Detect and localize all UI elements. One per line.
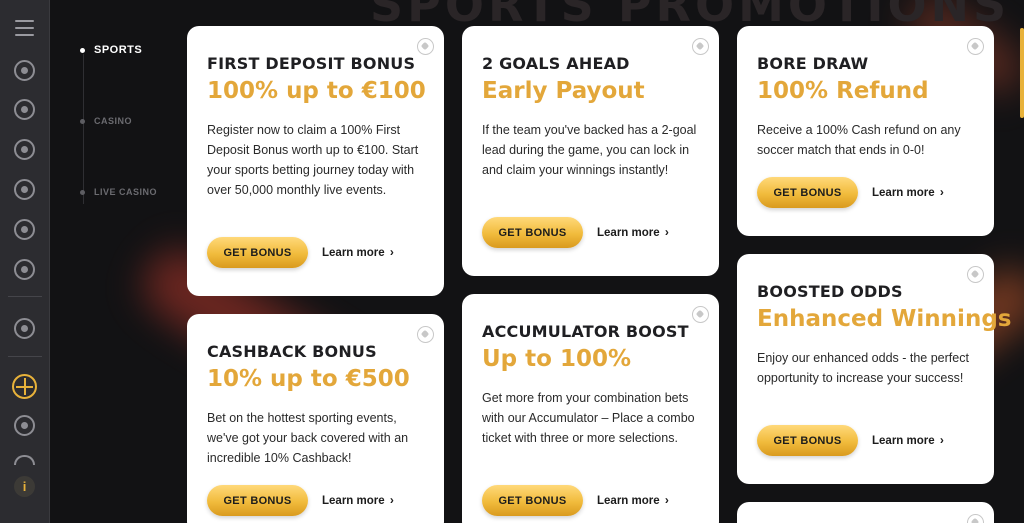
star-icon[interactable] — [14, 415, 35, 436]
promo-card-partial — [737, 502, 994, 523]
learn-more-link[interactable]: Learn more › — [872, 433, 944, 447]
soccer-ball-icon — [967, 514, 984, 523]
promo-card-first-deposit: FIRST DEPOSIT BONUS 100% up to €100 Regi… — [187, 26, 444, 296]
card-subtitle: 100% Refund — [757, 78, 929, 104]
card-subtitle: 10% up to €500 — [207, 366, 410, 392]
promo-card-accumulator: ACCUMULATOR BOOST Up to 100% Get more fr… — [462, 294, 719, 523]
chevron-right-icon: › — [939, 433, 944, 447]
bullet-icon — [80, 118, 85, 124]
get-bonus-button[interactable]: GET BONUS — [757, 177, 858, 208]
soccer-ball-icon — [417, 38, 434, 55]
rail-divider — [8, 296, 42, 297]
category-live-casino[interactable]: LIVE CASINO — [80, 187, 157, 197]
wheel-icon[interactable] — [14, 179, 35, 200]
learn-more-label: Learn more — [322, 495, 385, 507]
chevron-right-icon: › — [664, 225, 669, 239]
soccer-ball-icon — [417, 326, 434, 343]
card-subtitle: Enhanced Winnings — [757, 306, 1012, 332]
category-casino[interactable]: CASINO — [80, 116, 132, 126]
soccer-icon[interactable] — [14, 99, 35, 120]
chevron-right-icon: › — [939, 185, 944, 199]
soccer-ball-icon — [692, 306, 709, 323]
learn-more-label: Learn more — [322, 247, 385, 259]
card-title: CASHBACK BONUS — [207, 342, 377, 361]
chevron-right-icon: › — [664, 493, 669, 507]
get-bonus-button[interactable]: GET BONUS — [482, 485, 583, 516]
learn-more-label: Learn more — [872, 435, 935, 447]
rail-divider — [8, 356, 42, 357]
card-title: FIRST DEPOSIT BONUS — [207, 54, 416, 73]
icon-rail: i — [0, 0, 50, 523]
card-description: If the team you've backed has a 2-goal l… — [482, 123, 697, 177]
card-description: Get more from your combination bets with… — [482, 391, 695, 445]
promo-card-2-goals-ahead: 2 GOALS AHEAD Early Payout If the team y… — [462, 26, 719, 276]
card-subtitle: Up to 100% — [482, 346, 632, 372]
learn-more-link[interactable]: Learn more › — [322, 245, 394, 259]
card-description: Bet on the hottest sporting events, we'v… — [207, 411, 409, 465]
scrollbar-thumb[interactable] — [1020, 28, 1024, 118]
category-sports[interactable]: SPORTS — [80, 44, 142, 56]
card-description: Register now to claim a 100% First Depos… — [207, 123, 419, 197]
category-label: LIVE CASINO — [94, 187, 158, 197]
chevron-right-icon: › — [389, 245, 394, 259]
card-subtitle: Early Payout — [482, 78, 645, 104]
shield-icon[interactable] — [14, 318, 35, 339]
learn-more-link[interactable]: Learn more › — [322, 493, 394, 507]
card-description: Receive a 100% Cash refund on any soccer… — [757, 123, 961, 157]
get-bonus-button[interactable]: GET BONUS — [207, 485, 308, 516]
learn-more-label: Learn more — [872, 187, 935, 199]
promo-card-boosted-odds: BOOSTED ODDS Enhanced Winnings Enjoy our… — [737, 254, 1011, 484]
learn-more-label: Learn more — [597, 227, 660, 239]
get-bonus-button[interactable]: GET BONUS — [207, 237, 308, 268]
bullet-icon — [80, 189, 85, 195]
card-title: ACCUMULATOR BOOST — [482, 322, 689, 341]
category-label: SPORTS — [94, 44, 143, 56]
soccer-ball-icon — [967, 38, 984, 55]
extra-icon[interactable] — [14, 455, 35, 465]
chevron-right-icon: › — [389, 493, 394, 507]
wallet-icon[interactable] — [14, 60, 35, 81]
wifi-icon[interactable] — [14, 219, 35, 240]
card-subtitle: 100% up to €100 — [207, 78, 426, 104]
learn-more-link[interactable]: Learn more › — [597, 225, 669, 239]
card-title: BOOSTED ODDS — [757, 282, 903, 301]
promotions-icon[interactable] — [12, 374, 37, 399]
learn-more-link[interactable]: Learn more › — [872, 185, 944, 199]
nav-line — [83, 54, 84, 204]
globe-icon[interactable] — [14, 259, 35, 280]
learn-more-link[interactable]: Learn more › — [597, 493, 669, 507]
learn-more-label: Learn more — [597, 495, 660, 507]
soccer-ball-icon — [692, 38, 709, 55]
get-bonus-button[interactable]: GET BONUS — [757, 425, 858, 456]
bullet-icon — [80, 47, 85, 53]
category-label: CASINO — [94, 116, 133, 126]
card-description: Enjoy our enhanced odds - the perfect op… — [757, 351, 969, 385]
soccer-ball-icon — [967, 266, 984, 283]
card-title: BORE DRAW — [757, 54, 869, 73]
menu-icon[interactable] — [15, 20, 34, 41]
club-icon[interactable] — [14, 139, 35, 160]
info-icon[interactable]: i — [14, 476, 35, 497]
get-bonus-button[interactable]: GET BONUS — [482, 217, 583, 248]
card-title: 2 GOALS AHEAD — [482, 54, 630, 73]
promo-card-bore-draw: BORE DRAW 100% Refund Receive a 100% Cas… — [737, 26, 994, 236]
promo-card-cashback: CASHBACK BONUS 10% up to €500 Bet on the… — [187, 314, 444, 523]
